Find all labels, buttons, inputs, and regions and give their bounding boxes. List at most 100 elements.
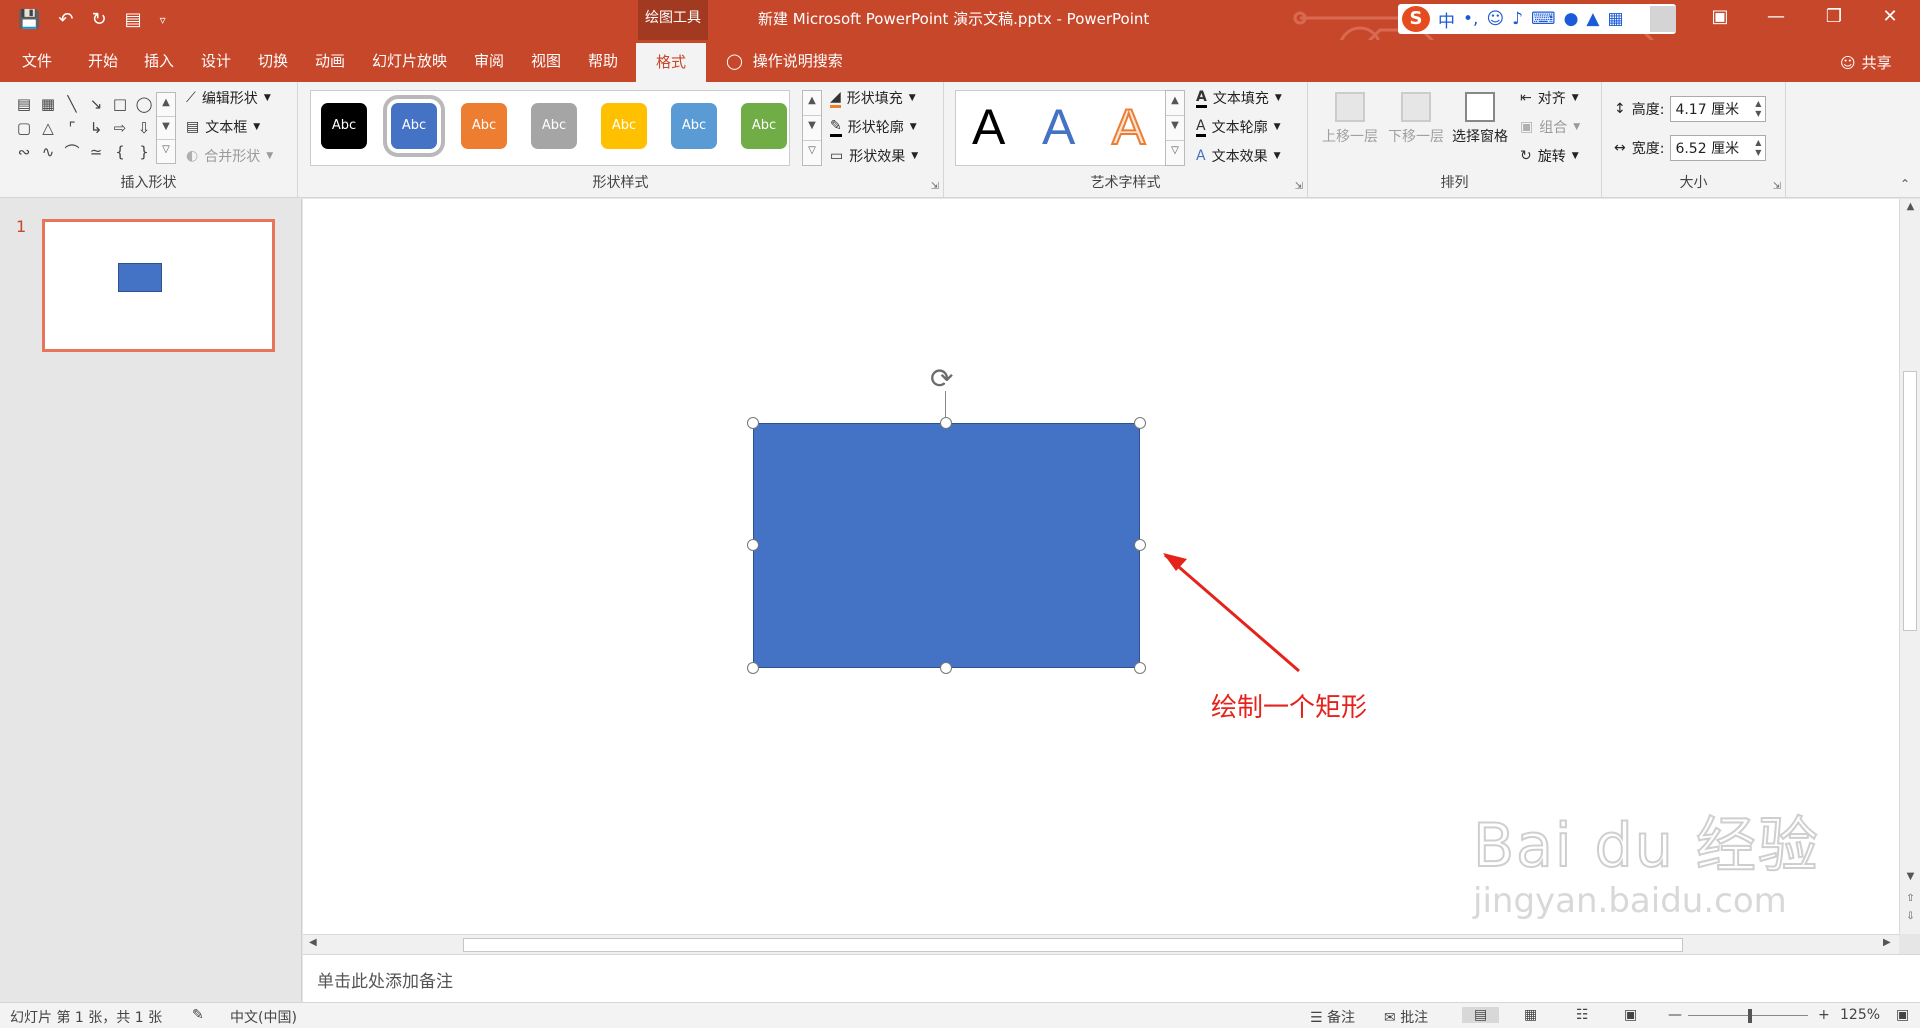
chevron-up-icon[interactable]: ▲	[1166, 91, 1184, 116]
group-button[interactable]: ▣ 组合 ▼	[1520, 117, 1580, 137]
oval-shape-icon[interactable]: ◯	[132, 92, 156, 116]
spellcheck-icon[interactable]: ✎	[192, 1007, 204, 1023]
slide-sorter-icon[interactable]: ▦	[1524, 1007, 1537, 1023]
avatar[interactable]	[1650, 6, 1676, 32]
wordart-gallery-scroll[interactable]: ▲ ▼ ▽	[1165, 90, 1185, 166]
scribble-shape-icon[interactable]: ∿	[36, 140, 60, 164]
connector-shape-icon[interactable]: ⌜	[60, 116, 84, 140]
bring-forward-button[interactable]: 上移一层	[1320, 90, 1380, 146]
save-icon[interactable]: 💾	[18, 6, 40, 34]
elbow-connector-shape-icon[interactable]: ↳	[84, 116, 108, 140]
chevron-up-icon[interactable]: ▲	[157, 93, 175, 117]
down-arrow-shape-icon[interactable]: ⇩	[132, 116, 156, 140]
rectangle-shape-icon[interactable]: □	[108, 92, 132, 116]
edit-shape-button[interactable]: ⟋ 编辑形状 ▼	[186, 88, 271, 108]
text-fill-button[interactable]: A 文本填充 ▼	[1196, 88, 1282, 108]
dialog-launcher-icon[interactable]: ⇲	[1295, 181, 1303, 192]
tab-design[interactable]: 设计	[201, 50, 231, 71]
resize-handle-bottom-right[interactable]	[1134, 662, 1146, 674]
shape-style-gold[interactable]: Abc	[601, 103, 647, 149]
tab-review[interactable]: 审阅	[474, 50, 504, 71]
tab-view[interactable]: 视图	[531, 50, 561, 71]
chevron-down-icon[interactable]: ▼	[803, 116, 821, 141]
shape-style-orange[interactable]: Abc	[461, 103, 507, 149]
scroll-left-icon[interactable]: ◀	[309, 937, 317, 948]
zoom-out-icon[interactable]: —	[1668, 1007, 1682, 1023]
text-effects-button[interactable]: A 文本效果 ▼	[1196, 146, 1281, 166]
scroll-right-icon[interactable]: ▶	[1883, 937, 1891, 948]
normal-view-icon[interactable]: ▤	[1462, 1007, 1500, 1023]
slide-canvas[interactable]: ⟳ 绘制一个矩形 Bai du 经验 jingyan.baidu.com	[303, 199, 1899, 934]
freeform-shape-icon[interactable]: ∾	[12, 140, 36, 164]
more-icon[interactable]: ▽	[157, 140, 175, 163]
tab-transitions[interactable]: 切换	[258, 50, 288, 71]
language-indicator[interactable]: 中文(中国)	[230, 1007, 297, 1027]
right-brace-shape-icon[interactable]: }	[132, 140, 156, 164]
shapes-gallery[interactable]: ▤ ▦ ╲ ↘ □ ◯ ▢ △ ⌜ ↳ ⇨ ⇩ ∾ ∿ ⌒ ≃ { }	[12, 92, 162, 164]
ime-language-toggle[interactable]: 中	[1438, 7, 1455, 32]
shape-styles-gallery[interactable]: Abc Abc Abc Abc Abc Abc Abc	[310, 90, 790, 166]
merge-shapes-button[interactable]: ◐ 合并形状 ▼	[186, 146, 273, 166]
send-backward-button[interactable]: 下移一层	[1386, 90, 1446, 146]
tab-help[interactable]: 帮助	[588, 50, 618, 71]
wordart-black[interactable]: A	[972, 99, 1005, 155]
arc-shape-icon[interactable]: ⌒	[60, 140, 84, 164]
vertical-textbox-shape-icon[interactable]: ▦	[36, 92, 60, 116]
minimize-icon[interactable]: —	[1756, 6, 1796, 27]
textbox-shape-icon[interactable]: ▤	[12, 92, 36, 116]
comments-toggle[interactable]: ✉ 批注	[1384, 1007, 1428, 1027]
resize-handle-bottom-left[interactable]	[747, 662, 759, 674]
shape-style-blue[interactable]: Abc	[391, 103, 437, 149]
zoom-level[interactable]: 125%	[1840, 1007, 1880, 1023]
resize-handle-top-right[interactable]	[1134, 417, 1146, 429]
wordart-orange-outline[interactable]: A	[1111, 98, 1146, 156]
keyboard-icon[interactable]: ⌨	[1531, 9, 1556, 29]
notes-toggle[interactable]: ☰ 备注	[1310, 1007, 1355, 1027]
arrow-line-shape-icon[interactable]: ↘	[84, 92, 108, 116]
slideshow-view-icon[interactable]: ▣	[1624, 1007, 1637, 1023]
shape-style-gray[interactable]: Abc	[531, 103, 577, 149]
resize-handle-top-left[interactable]	[747, 417, 759, 429]
emoji-icon[interactable]: ☺	[1486, 9, 1504, 29]
zoom-in-icon[interactable]: +	[1818, 1007, 1830, 1023]
tab-insert[interactable]: 插入	[144, 50, 174, 71]
slide-thumbnail[interactable]	[42, 219, 275, 352]
triangle-shape-icon[interactable]: △	[36, 116, 60, 140]
wordart-blue[interactable]: A	[1042, 99, 1075, 155]
horizontal-scrollbar[interactable]: ◀ ▶	[303, 934, 1899, 954]
tab-home[interactable]: 开始	[88, 50, 118, 71]
width-spinner-icon[interactable]: ▲ ▼	[1755, 138, 1765, 158]
shape-fill-button[interactable]: ◢ 形状填充 ▼	[830, 88, 916, 108]
fit-to-window-icon[interactable]: ▣	[1896, 1007, 1909, 1023]
ribbon-display-options-icon[interactable]: ▣	[1700, 6, 1740, 27]
redo-icon[interactable]: ↻	[92, 6, 107, 34]
tab-format[interactable]: 格式	[636, 43, 707, 82]
line-shape-icon[interactable]: ╲	[60, 92, 84, 116]
tab-slideshow[interactable]: 幻灯片放映	[372, 50, 447, 71]
scroll-down-icon[interactable]: ▼	[1900, 871, 1920, 882]
reading-view-icon[interactable]: ☷	[1576, 1007, 1589, 1023]
shape-style-light-blue[interactable]: Abc	[671, 103, 717, 149]
dialog-launcher-icon[interactable]: ⇲	[1773, 181, 1781, 192]
tab-animations[interactable]: 动画	[315, 50, 345, 71]
shape-effects-button[interactable]: ▭ 形状效果 ▼	[830, 146, 918, 166]
close-icon[interactable]: ✕	[1870, 6, 1910, 27]
text-outline-button[interactable]: A 文本轮廓 ▼	[1196, 117, 1281, 137]
ime-punctuation-toggle[interactable]: •,	[1463, 9, 1478, 29]
skin-icon[interactable]: ▲	[1586, 9, 1599, 29]
more-icon[interactable]: ▽	[803, 141, 821, 165]
height-spinner-icon[interactable]: ▲ ▼	[1755, 99, 1765, 119]
microphone-icon[interactable]: ♪	[1512, 9, 1523, 29]
dialog-launcher-icon[interactable]: ⇲	[931, 181, 939, 192]
sogou-logo-icon[interactable]: S	[1402, 6, 1430, 32]
chevron-down-icon[interactable]: ▼	[1166, 116, 1184, 141]
restore-icon[interactable]: ❐	[1814, 6, 1854, 27]
zoom-slider-knob[interactable]	[1748, 1009, 1752, 1023]
chevron-up-icon[interactable]: ▲	[803, 91, 821, 116]
shape-outline-button[interactable]: ✎ 形状轮廓 ▼	[830, 117, 917, 137]
previous-slide-icon[interactable]: ⇧	[1900, 893, 1920, 904]
user-icon[interactable]: ●	[1564, 9, 1579, 29]
rounded-rect-shape-icon[interactable]: ▢	[12, 116, 36, 140]
tab-file[interactable]: 文件	[22, 50, 52, 71]
shape-styles-scroll[interactable]: ▲ ▼ ▽	[802, 90, 822, 166]
